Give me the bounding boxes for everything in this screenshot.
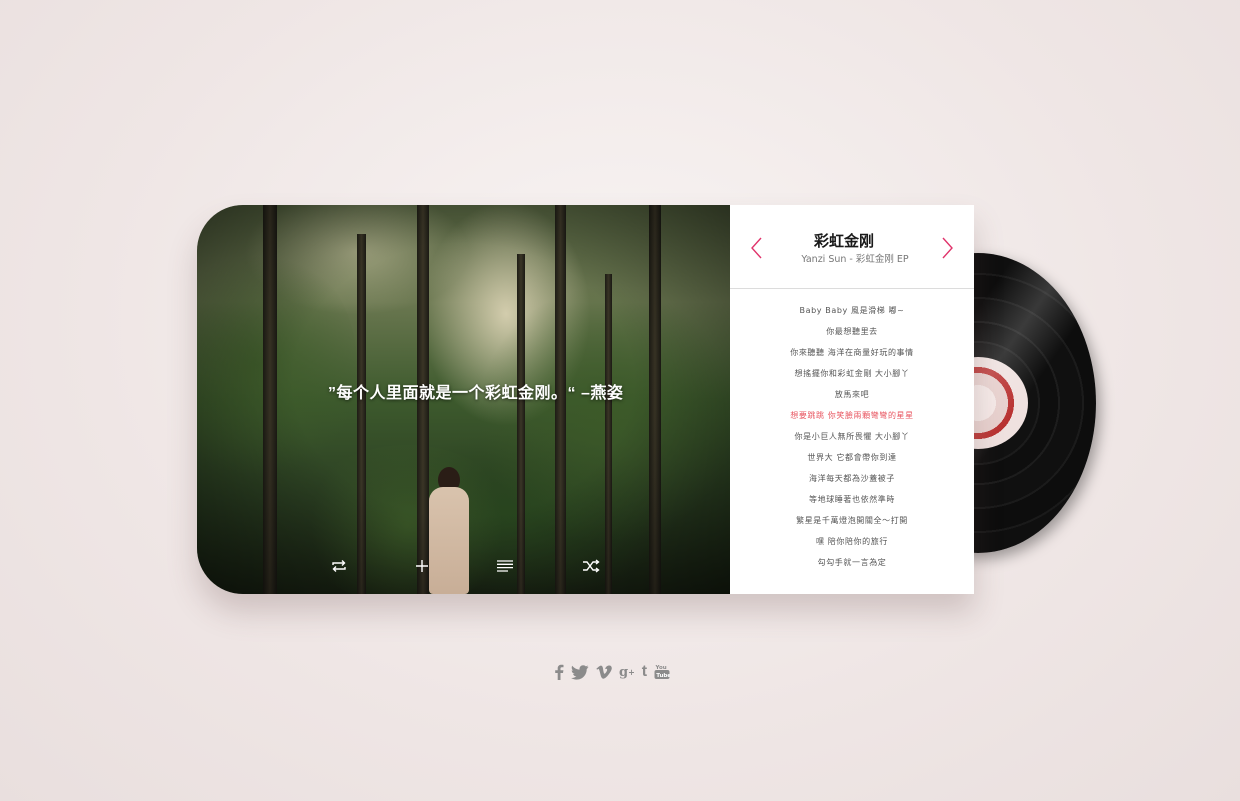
music-player-card: ”每个人里面就是一个彩虹金刚。“ –燕姿 彩虹金刚 Yanzi Sun - 彩虹… — [197, 205, 974, 594]
next-song-button[interactable] — [938, 235, 956, 261]
lyric-line: 世界大 它都會帶你到達 — [807, 453, 897, 462]
shuffle-icon — [583, 559, 600, 573]
lyric-line: 你來聽聽 海洋在商量好玩的事情 — [790, 348, 914, 357]
google-plus-icon[interactable]: g + — [619, 663, 635, 681]
player-controls — [197, 553, 730, 579]
lyric-line: 想搖擺你和彩虹金剛 大小腳丫 — [794, 369, 910, 378]
lyric-line-active: 想要跳跳 你笑臉兩顆彎彎的星星 — [790, 411, 914, 420]
lyric-line: 海洋每天都為沙蓋被子 — [809, 474, 895, 483]
vimeo-icon[interactable] — [596, 663, 612, 681]
tree-trunk — [517, 254, 525, 594]
plus-icon — [416, 560, 428, 572]
album-photo: ”每个人里面就是一个彩虹金刚。“ –燕姿 — [197, 205, 730, 594]
foliage — [197, 245, 357, 485]
lyrics-list: Baby Baby 風是滑梯 嘟~ 你最想聽里去 你來聽聽 海洋在商量好玩的事情… — [730, 305, 974, 578]
tree-trunk — [605, 274, 612, 594]
repeat-icon — [332, 560, 346, 572]
lyric-line: 嘿 陪你陪你的旅行 — [816, 537, 888, 546]
svg-text:You: You — [655, 665, 667, 671]
lyric-line: 你最想聽里去 — [826, 327, 878, 336]
shuffle-button[interactable] — [578, 553, 604, 579]
lyric-line: 放馬來吧 — [834, 390, 870, 399]
tree-trunk — [357, 234, 366, 594]
foliage — [477, 285, 730, 545]
add-button[interactable] — [409, 553, 435, 579]
lyric-line: Baby Baby 風是滑梯 嘟~ — [799, 306, 905, 315]
twitter-icon[interactable] — [571, 663, 589, 681]
svg-text:Tube: Tube — [656, 673, 670, 679]
tumblr-icon[interactable]: t — [642, 663, 647, 681]
lyrics-panel: 彩虹金刚 Yanzi Sun - 彩虹金刚 EP Baby Baby 風是滑梯 … — [730, 205, 974, 594]
lyric-line: 你是小巨人無所畏懼 大小腳丫 — [794, 432, 910, 441]
social-links: g + t You Tube — [554, 662, 670, 682]
repeat-button[interactable] — [326, 553, 352, 579]
chevron-right-icon — [942, 237, 953, 259]
facebook-icon[interactable] — [554, 663, 564, 681]
tree-trunk — [263, 205, 277, 594]
playlist-button[interactable] — [492, 553, 518, 579]
tree-trunk — [649, 205, 661, 594]
list-icon — [497, 560, 513, 572]
album-quote: ”每个人里面就是一个彩虹金刚。“ –燕姿 — [328, 385, 624, 402]
lyric-line: 繁星是千萬燈泡開關全～打開 — [796, 516, 908, 525]
song-title: 彩虹金刚 — [813, 232, 874, 250]
lyric-line: 勾勾手就一言為定 — [817, 558, 887, 567]
lyric-line: 等地球睡著也依然準時 — [809, 495, 895, 504]
song-header: 彩虹金刚 Yanzi Sun - 彩虹金刚 EP — [730, 205, 974, 289]
youtube-icon[interactable]: You Tube — [654, 663, 670, 681]
